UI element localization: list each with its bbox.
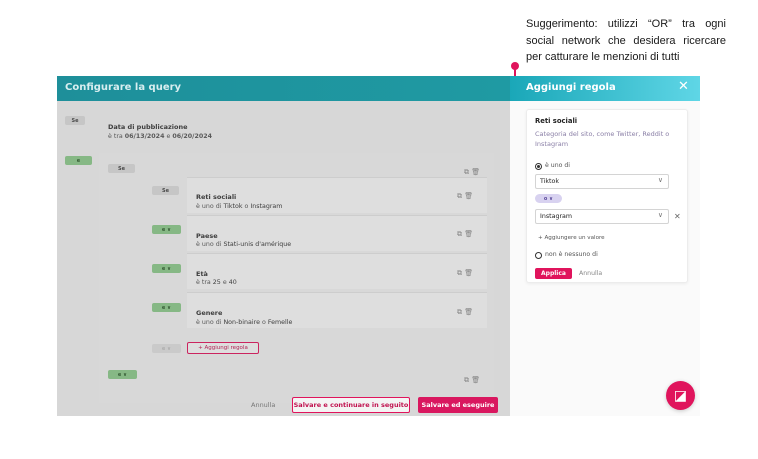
add-rule-header: Aggiungi regola ✕ xyxy=(510,76,700,101)
radio-is-none-of-label[interactable]: non è nessuno di xyxy=(545,251,598,258)
rule-editor-description: Categoria del sito, come Twitter, Reddit… xyxy=(535,130,670,148)
rule-actions-icons[interactable]: ⧉ 🗑 xyxy=(457,192,473,201)
se-operator-badge-rule: Se xyxy=(152,186,179,195)
rule-actions-icons[interactable]: ⧉ 🗑 xyxy=(457,269,473,278)
rule-actions-icons[interactable]: ⧉ 🗑 xyxy=(457,230,473,239)
query-builder-body: Se Data di pubblicazione è tra 06/13/202… xyxy=(57,101,510,416)
radio-is-none-of[interactable] xyxy=(535,252,542,259)
rule-value: è uno di Stati-unis d'amérique xyxy=(196,241,292,248)
cancel-button[interactable]: Annulla xyxy=(251,401,275,409)
chevron-down-icon: ∨ xyxy=(657,211,663,219)
value-select-2-value: Instagram xyxy=(540,213,573,220)
rule-value: è tra 25 e 40 xyxy=(196,279,237,286)
se-operator-badge: Se xyxy=(65,116,85,125)
e-operator-dropdown[interactable]: e ∨ xyxy=(152,225,181,234)
value-select-2[interactable]: Instagram ∨ xyxy=(535,209,669,224)
panel-title: Aggiungi regola xyxy=(526,82,616,93)
rule-title: Genere xyxy=(196,309,223,317)
e-operator-dropdown[interactable]: e ∨ xyxy=(152,303,181,312)
add-rule-button[interactable]: + Aggiungi regola xyxy=(187,342,259,354)
page-title: Configurare la query xyxy=(65,82,182,93)
save-run-button[interactable]: Salvare ed eseguire xyxy=(418,397,498,413)
date-rule-title: Data di pubblicazione xyxy=(108,123,188,131)
rule-title: Paese xyxy=(196,232,218,240)
e-operator-badge[interactable]: e xyxy=(65,156,92,165)
help-chat-icon[interactable]: ◪ xyxy=(666,381,695,410)
add-value-button[interactable]: + Aggiungere un valore xyxy=(538,235,605,241)
save-continue-button[interactable]: Salvare e continuare in seguito xyxy=(292,397,410,413)
value-select-1-value: Tiktok xyxy=(540,178,560,185)
rule-editor-card: Reti sociali Categoria del sito, come Tw… xyxy=(526,109,688,283)
chevron-down-icon: ∨ xyxy=(657,176,663,184)
query-builder-header: Configurare la query xyxy=(57,76,510,101)
group-actions-icons[interactable]: ⧉ 🗑 xyxy=(464,168,480,177)
e-operator-dropdown-outer[interactable]: e ∨ xyxy=(108,370,137,379)
close-icon[interactable]: ✕ xyxy=(678,79,689,94)
rule-actions-icons[interactable]: ⧉ 🗑 xyxy=(457,308,473,317)
rule-title: Età xyxy=(196,270,208,278)
or-operator-dropdown[interactable]: o ∨ xyxy=(535,194,562,203)
rule-title: Reti sociali xyxy=(196,193,237,201)
e-operator-dropdown[interactable]: e ∨ xyxy=(152,264,181,273)
radio-is-one-of-label[interactable]: è uno di xyxy=(545,162,570,169)
remove-value-icon[interactable]: ✕ xyxy=(674,212,681,221)
rule-value: è uno di Tiktok o Instagram xyxy=(196,203,283,210)
tooltip-text: Suggerimento: utilizzi “OR” tra ogni soc… xyxy=(526,18,726,63)
panel-cancel-button[interactable]: Annulla xyxy=(579,270,602,277)
e-operator-dropdown-disabled: e ∨ xyxy=(152,344,181,353)
date-rule-value: è tra 06/13/2024 e 06/20/2024 xyxy=(108,133,212,140)
rule-value: è uno di Non-binaire o Femelle xyxy=(196,319,293,326)
query-builder-panel: Configurare la query Se Data di pubblica… xyxy=(57,76,510,416)
apply-button[interactable]: Applica xyxy=(535,268,572,279)
rule-editor-title: Reti sociali xyxy=(535,117,578,125)
se-operator-badge-group: Se xyxy=(108,164,135,173)
screen: Suggerimento: utilizzi “OR” tra ogni soc… xyxy=(0,0,758,459)
add-rule-panel: Aggiungi regola ✕ Reti sociali Categoria… xyxy=(510,76,700,416)
outer-group-actions-icons[interactable]: ⧉ 🗑 xyxy=(464,376,480,385)
radio-is-one-of[interactable] xyxy=(535,163,542,170)
value-select-1[interactable]: Tiktok ∨ xyxy=(535,174,669,189)
